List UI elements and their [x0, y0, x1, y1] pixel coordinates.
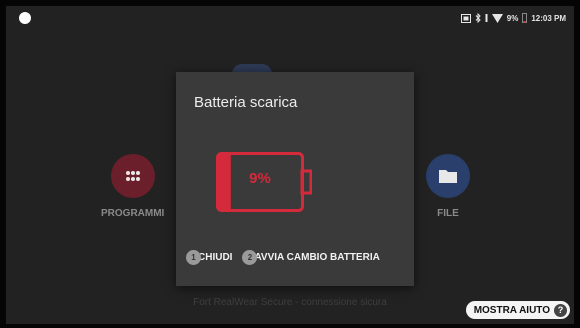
- close-button-label: CHIUDI: [198, 252, 233, 263]
- start-battery-swap-label: AVVIA CAMBIO BATTERIA: [254, 252, 380, 263]
- signal-icon: [485, 14, 488, 22]
- start-battery-swap-button[interactable]: 2 AVVIA CAMBIO BATTERIA: [242, 250, 380, 265]
- battery-low-icon: [522, 13, 528, 23]
- status-bar: 9% 12:03 PM: [460, 11, 566, 25]
- device-screen: 9% 12:03 PM PROGRAMMI FILE Fort RealWear…: [6, 6, 574, 324]
- close-button[interactable]: 1 CHIUDI: [186, 250, 232, 265]
- battery-percent-text: 9%: [506, 13, 519, 23]
- app-label: PROGRAMMI: [101, 208, 165, 219]
- app-file[interactable]: FILE: [426, 154, 470, 219]
- apps-grid-icon: [110, 154, 155, 198]
- help-icon: ?: [554, 303, 567, 317]
- help-button[interactable]: MOSTRA AIUTO ?: [465, 301, 570, 319]
- app-label: FILE: [437, 208, 459, 219]
- help-button-label: MOSTRA AIUTO: [473, 304, 550, 316]
- screenshot-icon: [460, 13, 471, 23]
- clock-text: 12:03 PM: [531, 13, 566, 23]
- dialog-actions: 1 CHIUDI 2 AVVIA CAMBIO BATTERIA: [186, 250, 380, 265]
- dialog-title: Batteria scarica: [194, 94, 298, 111]
- low-battery-dialog: Batteria scarica 9% 1 CHIUDI 2 AVVIA CAM…: [176, 72, 414, 286]
- battery-percent-label: 9%: [249, 170, 271, 187]
- voice-number-badge: 1: [186, 250, 201, 265]
- bluetooth-icon: [475, 13, 481, 23]
- wifi-icon: [491, 13, 503, 23]
- notification-dot-icon: [19, 12, 31, 24]
- folder-icon: [426, 154, 470, 198]
- app-programmi[interactable]: PROGRAMMI: [101, 154, 164, 219]
